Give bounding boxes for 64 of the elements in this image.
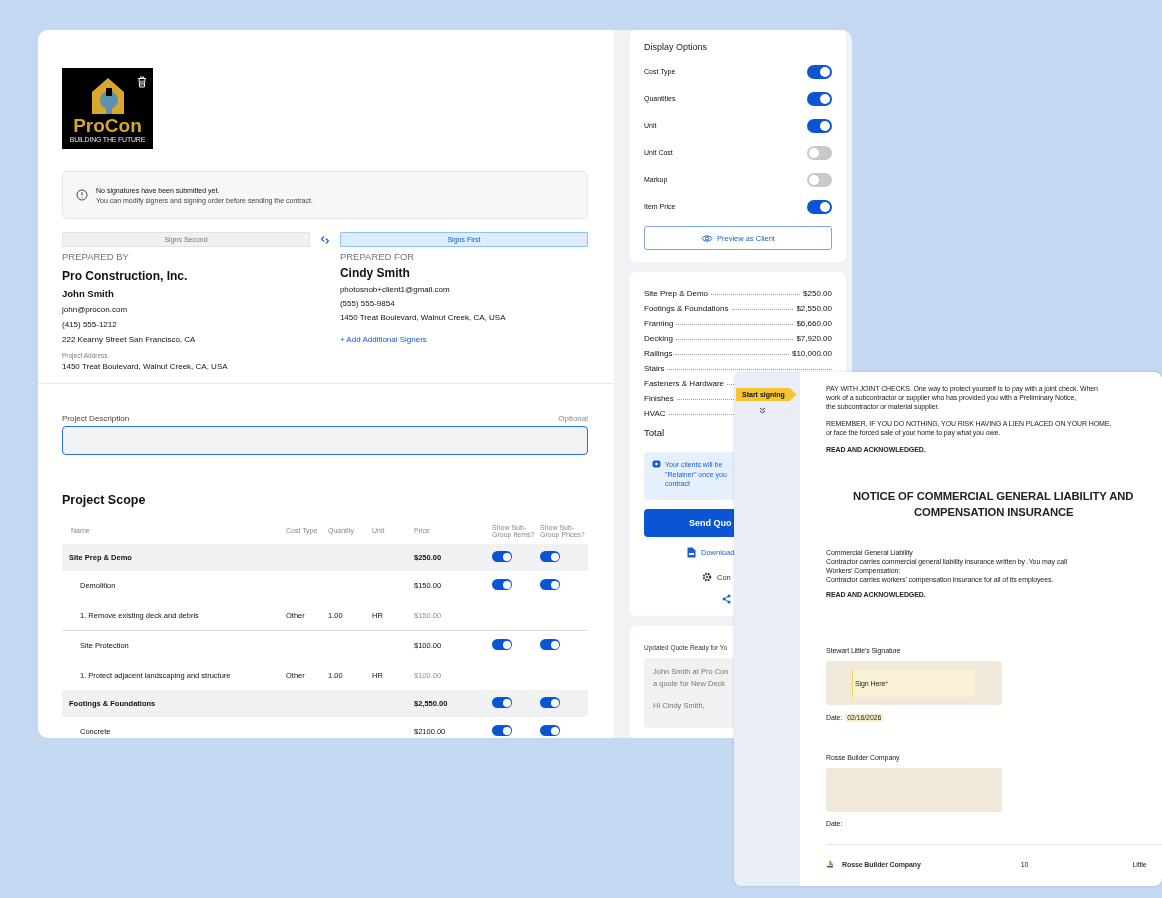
description-field[interactable] [62, 426, 588, 455]
party-name: Cindy Smith [339, 266, 411, 280]
toggle-switch[interactable] [807, 145, 832, 160]
toggle-switch[interactable] [807, 199, 832, 214]
info-icon [76, 189, 88, 201]
contact-detail: (415) 555-1212 [62, 320, 118, 329]
pdf-file-icon [687, 547, 696, 558]
add-signers-link[interactable]: + Add Additional Signers [339, 335, 588, 344]
toggle-switch[interactable] [492, 579, 512, 591]
boat-icon [826, 860, 834, 868]
toggle-switch[interactable] [492, 725, 512, 737]
toggle-switch[interactable] [492, 697, 512, 708]
summary-amount: $6,660.00 [796, 319, 832, 328]
contact-detail: 222 Kearny Street San Francisco, CA [62, 335, 197, 344]
contact-detail: photosnob+client1@gmail.com [339, 285, 451, 294]
summary-label: Framing [644, 319, 674, 328]
field-label: Project Description [62, 414, 130, 423]
toggle-switch[interactable] [540, 551, 560, 562]
settings-icon [702, 572, 712, 582]
contact-detail: john@procon.com [62, 305, 129, 314]
toggle-switch[interactable] [807, 118, 832, 133]
party-name: Pro Construction, Inc. [62, 269, 189, 283]
summary-amount: $2,550.00 [796, 304, 832, 313]
summary-label: Site Prep & Demo [644, 289, 709, 298]
summary-amount: $250.00 [803, 289, 832, 298]
optional-hint: Optional [558, 414, 588, 423]
section-label: PREPARED BY [62, 251, 130, 262]
send-button[interactable]: Send Quo [644, 509, 734, 537]
summary-amount: $10,000.00 [791, 349, 832, 358]
contact-name: John Smith [62, 288, 115, 299]
toggle-switch[interactable] [807, 64, 832, 79]
summary-label: Footings & Foundations [644, 304, 729, 313]
toggle-switch[interactable] [492, 639, 512, 651]
toggle-switch[interactable] [540, 579, 560, 591]
document-heading: COMPENSATION INSURANCE [914, 505, 1074, 520]
logo-name: ProCon [73, 116, 142, 135]
summary-label: HVAC [644, 409, 666, 418]
toggle-switch[interactable] [807, 172, 832, 187]
card-title: Display Options [644, 42, 709, 52]
contact-detail: 1450 Treat Boulevard, Walnut Creek, CA, USA [339, 313, 507, 322]
summary-label: Stairs [644, 364, 665, 373]
toggle-switch[interactable] [540, 697, 560, 708]
toggle-switch[interactable] [540, 639, 560, 651]
document-heading: NOTICE OF COMMERCIAL GENERAL LIABILITY AND [853, 489, 1134, 504]
section-title: Project Scope [62, 493, 147, 507]
leader-line [731, 309, 794, 310]
summary-label: Finishes [644, 394, 674, 403]
share-icon [722, 594, 731, 604]
contact-detail: (555) 555-9854 [339, 299, 396, 308]
trash-icon [137, 76, 147, 88]
section-label: PREPARED FOR [339, 251, 416, 262]
toggle-switch[interactable] [492, 551, 512, 562]
total-label: Total [644, 427, 665, 438]
project-address: 1450 Treat Boulevard, Walnut Creek, CA, USA [62, 362, 229, 371]
summary-label: Decking [644, 334, 673, 343]
summary-amount: $7,920.00 [796, 334, 832, 343]
double-chevron-icon [759, 407, 766, 414]
chat-icon [652, 460, 661, 469]
eye-icon [701, 233, 713, 243]
summary-label: Fasteners & Hardware [644, 379, 725, 388]
swap-icon [320, 235, 330, 245]
toggle-switch[interactable] [807, 91, 832, 106]
toggle-switch[interactable] [540, 725, 560, 737]
summary-label: Railings [644, 349, 673, 358]
